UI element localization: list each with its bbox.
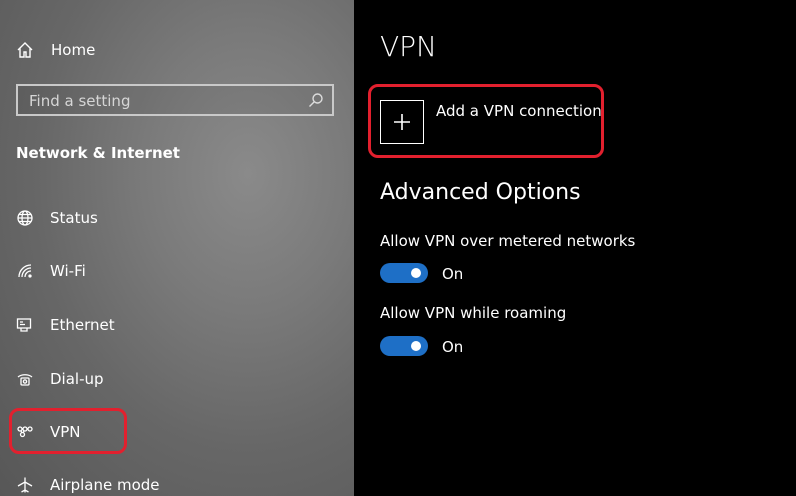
main-panel: VPN Add a VPN connection Advanced Option…: [354, 0, 796, 496]
metered-networks-toggle[interactable]: [380, 263, 428, 283]
sidebar-item-dialup[interactable]: Dial-up: [16, 365, 104, 393]
metered-networks-label: Allow VPN over metered networks: [380, 232, 636, 250]
roaming-label: Allow VPN while roaming: [380, 304, 567, 322]
toggle-knob: [411, 268, 421, 278]
search-input[interactable]: Find a setting: [16, 84, 334, 116]
sidebar-item-label: Status: [50, 209, 98, 227]
toggle-knob: [411, 341, 421, 351]
home-label: Home: [51, 41, 96, 59]
sidebar-item-label: Dial-up: [50, 370, 104, 388]
sidebar-item-ethernet[interactable]: Ethernet: [16, 311, 115, 339]
sidebar-item-label: Wi-Fi: [50, 262, 86, 280]
advanced-options-title: Advanced Options: [380, 180, 581, 205]
search-icon[interactable]: [308, 92, 324, 108]
home-icon: [17, 42, 33, 58]
ethernet-icon: [16, 318, 32, 332]
home-nav-item[interactable]: Home: [16, 38, 95, 62]
sidebar-item-airplane-mode[interactable]: Airplane mode: [16, 471, 160, 496]
sidebar: Home Find a setting Network & Internet S…: [0, 0, 354, 496]
vpn-highlight-annotation: [9, 408, 127, 454]
page-title: VPN: [380, 30, 437, 63]
metered-networks-state: On: [442, 265, 464, 283]
add-vpn-highlight-annotation: [368, 84, 604, 158]
globe-icon: [17, 210, 33, 226]
roaming-state: On: [442, 338, 464, 356]
roaming-toggle[interactable]: [380, 336, 428, 356]
sidebar-item-label: Airplane mode: [50, 476, 160, 494]
sidebar-item-wifi[interactable]: Wi-Fi: [16, 257, 86, 285]
section-title: Network & Internet: [16, 144, 180, 162]
sidebar-item-label: Ethernet: [50, 316, 115, 334]
search-placeholder: Find a setting: [29, 92, 131, 110]
airplane-icon: [17, 477, 33, 493]
wifi-icon: [18, 264, 32, 278]
dialup-icon: [17, 374, 33, 386]
sidebar-item-status[interactable]: Status: [16, 204, 98, 232]
